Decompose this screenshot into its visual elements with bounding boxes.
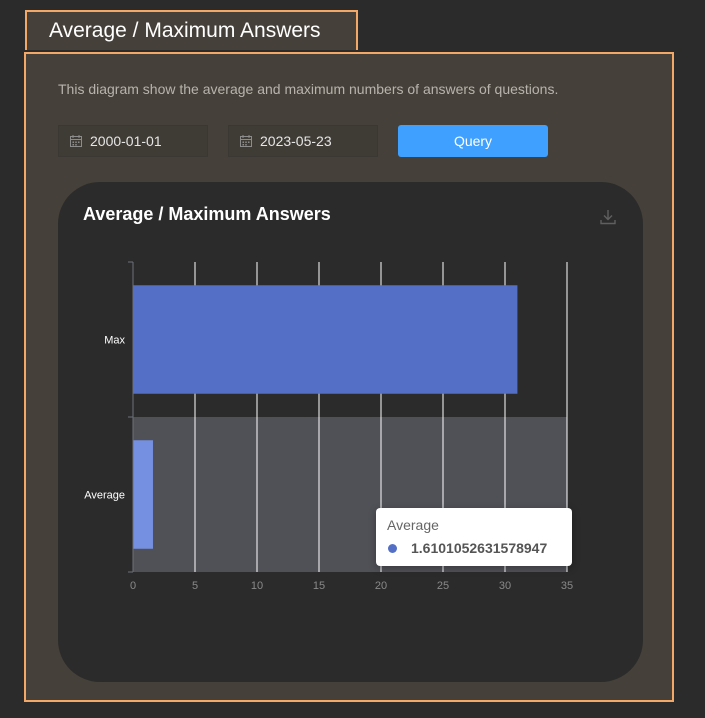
calendar-icon [70,135,82,147]
query-button[interactable]: Query [398,125,548,157]
x-tick-label: 0 [130,580,136,592]
x-tick-label: 15 [313,580,325,592]
chart-description: This diagram show the average and maximu… [58,81,559,97]
chart-card: Average / Maximum Answers Max Average 0 5 10… [58,182,643,682]
end-date-value: 2023-05-23 [260,133,332,149]
tooltip-series-name: Average [387,517,439,533]
y-tick-label: Average [84,490,125,502]
x-tick-label: 10 [251,580,263,592]
x-tick-label: 5 [192,580,198,592]
page-tab[interactable]: Average / Maximum Answers [25,10,358,50]
y-tick-label: Max [104,335,125,347]
start-date-value: 2000-01-01 [90,133,162,149]
bar-max [133,285,518,394]
page-tab-title: Average / Maximum Answers [49,19,321,42]
chart-tooltip: Average 1.6101052631578947 [376,508,572,566]
start-date-input[interactable]: 2000-01-01 [58,125,208,157]
bar-chart: Max Average 0 5 10 15 20 25 30 35 [84,261,573,592]
x-tick-label: 30 [499,580,511,592]
main-panel: This diagram show the average and maximu… [24,52,674,702]
calendar-icon [240,135,252,147]
x-tick-label: 35 [561,580,573,592]
x-tick-label: 25 [437,580,449,592]
bar-average [133,440,153,549]
tooltip-value: 1.6101052631578947 [411,540,548,556]
end-date-input[interactable]: 2023-05-23 [228,125,378,157]
tooltip-marker [388,544,397,553]
x-tick-label: 20 [375,580,387,592]
